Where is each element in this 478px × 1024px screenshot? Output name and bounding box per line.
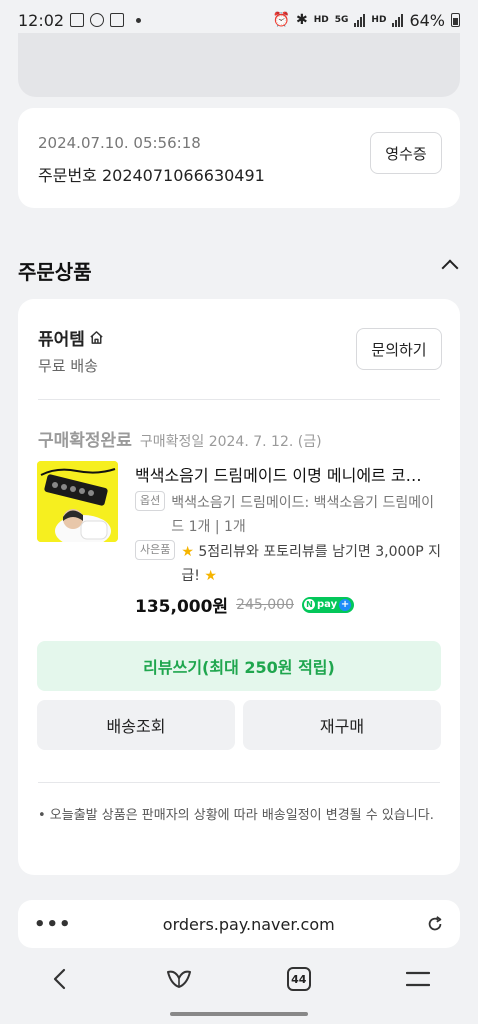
- status-time: 12:02: [18, 10, 65, 30]
- gift-text: 5점리뷰와 포토리뷰를 남기면 3,000P 지급!: [181, 544, 442, 584]
- hd-voice-label: HD: [313, 15, 329, 25]
- section-title: 주문상품: [18, 260, 92, 284]
- option-row: 옵션 백색소음기 드림메이드: 백색소음기 드림메이드 1개 | 1개: [135, 491, 441, 539]
- signal-icon-2: [392, 13, 404, 27]
- product-name[interactable]: 백색소음기 드림메이드 이명 메니에르 코…: [135, 462, 435, 486]
- app-icon: [110, 13, 125, 27]
- order-info-card: 2024.07.10. 05:56:18 주문번호 20240710666304…: [18, 108, 460, 208]
- naver-bird-icon: [167, 970, 192, 988]
- gift-text-wrap: ★ 5점리뷰와 포토리뷰를 남기면 3,000P 지급! ★: [181, 540, 451, 588]
- previous-card: [18, 33, 460, 97]
- reload-icon[interactable]: [426, 915, 444, 933]
- menu-button[interactable]: [398, 959, 438, 999]
- alarm-icon: ⏰: [272, 12, 291, 28]
- browser-url-bar[interactable]: ••• orders.pay.naver.com: [18, 900, 460, 948]
- option-text: 백색소음기 드림메이드: 백색소음기 드림메이드 1개 | 1개: [171, 495, 435, 535]
- status-right: ⏰ ✱ HD 5G HD 64%: [273, 11, 460, 30]
- product-image: [37, 461, 118, 542]
- signal-icon: [354, 13, 366, 27]
- product-card: 퓨어템 무료 배송 문의하기 구매확정완료 구매확정일 2024. 7. 12.…: [18, 299, 460, 875]
- battery-icon: [451, 13, 460, 27]
- more-notifications-icon: [136, 17, 142, 23]
- npay-n-icon: N: [303, 599, 315, 610]
- home-button[interactable]: [159, 959, 199, 999]
- tab-count: 44: [286, 967, 311, 991]
- star-icon: ★: [181, 544, 194, 560]
- seller-name-row[interactable]: 퓨어템: [38, 325, 104, 350]
- shipping-note: 무료 배송: [38, 357, 98, 375]
- hd-voice-label-2: HD: [371, 15, 387, 25]
- sync-icon: [90, 13, 105, 27]
- browser-nav-bar: 44: [0, 955, 478, 1003]
- rebuy-button[interactable]: 재구매: [243, 700, 441, 750]
- tabs-button[interactable]: 44: [279, 959, 319, 999]
- shipping-notice: • 오늘출발 상품은 판매자의 상황에 따라 배송일정이 변경될 수 있습니다.: [38, 808, 434, 823]
- write-review-button[interactable]: 리뷰쓰기(최대 250원 적립): [37, 641, 441, 691]
- home-indicator[interactable]: [170, 1012, 308, 1016]
- store-home-icon: [90, 331, 103, 344]
- npay-label: pay: [316, 599, 338, 610]
- order-datetime: 2024.07.10. 05:56:18: [38, 134, 201, 152]
- order-number: 주문번호 2024071066630491: [38, 166, 265, 185]
- more-menu-icon[interactable]: •••: [34, 914, 72, 935]
- track-shipping-button[interactable]: 배송조회: [37, 700, 235, 750]
- option-tag: 옵션: [135, 491, 166, 511]
- bluetooth-icon: ✱: [296, 12, 308, 28]
- battery-percent: 64%: [409, 10, 445, 30]
- url-text[interactable]: orders.pay.naver.com: [163, 915, 335, 934]
- divider: [38, 399, 440, 400]
- purchase-status-row: 구매확정완료 구매확정일 2024. 7. 12. (금): [38, 426, 322, 451]
- price-row: 135,000원 245,000 N pay +: [135, 592, 355, 617]
- npay-badge: N pay +: [301, 596, 355, 613]
- original-price: 245,000: [236, 596, 294, 613]
- inquiry-button[interactable]: 문의하기: [356, 328, 442, 370]
- plus-icon: +: [339, 598, 352, 611]
- chevron-up-icon[interactable]: [441, 259, 459, 277]
- gift-row: 사은품 ★ 5점리뷰와 포토리뷰를 남기면 3,000P 지급! ★: [135, 540, 451, 588]
- price: 135,000원: [135, 597, 229, 617]
- gift-tag: 사은품: [135, 540, 176, 560]
- network-5g-label: 5G: [334, 15, 349, 25]
- back-button[interactable]: [40, 959, 80, 999]
- receipt-button[interactable]: 영수증: [370, 132, 442, 174]
- divider: [38, 782, 440, 783]
- back-icon: [53, 968, 65, 990]
- seller-name[interactable]: 퓨어템: [38, 325, 85, 350]
- product-thumbnail[interactable]: [37, 461, 118, 542]
- purchase-status: 구매확정완료: [38, 431, 132, 451]
- gallery-icon: [70, 13, 85, 27]
- status-left: 12:02: [18, 10, 142, 30]
- star-icon-2: ★: [204, 568, 217, 584]
- hamburger-icon: [406, 971, 431, 987]
- purchase-confirm-date: 구매확정일 2024. 7. 12. (금): [139, 434, 322, 450]
